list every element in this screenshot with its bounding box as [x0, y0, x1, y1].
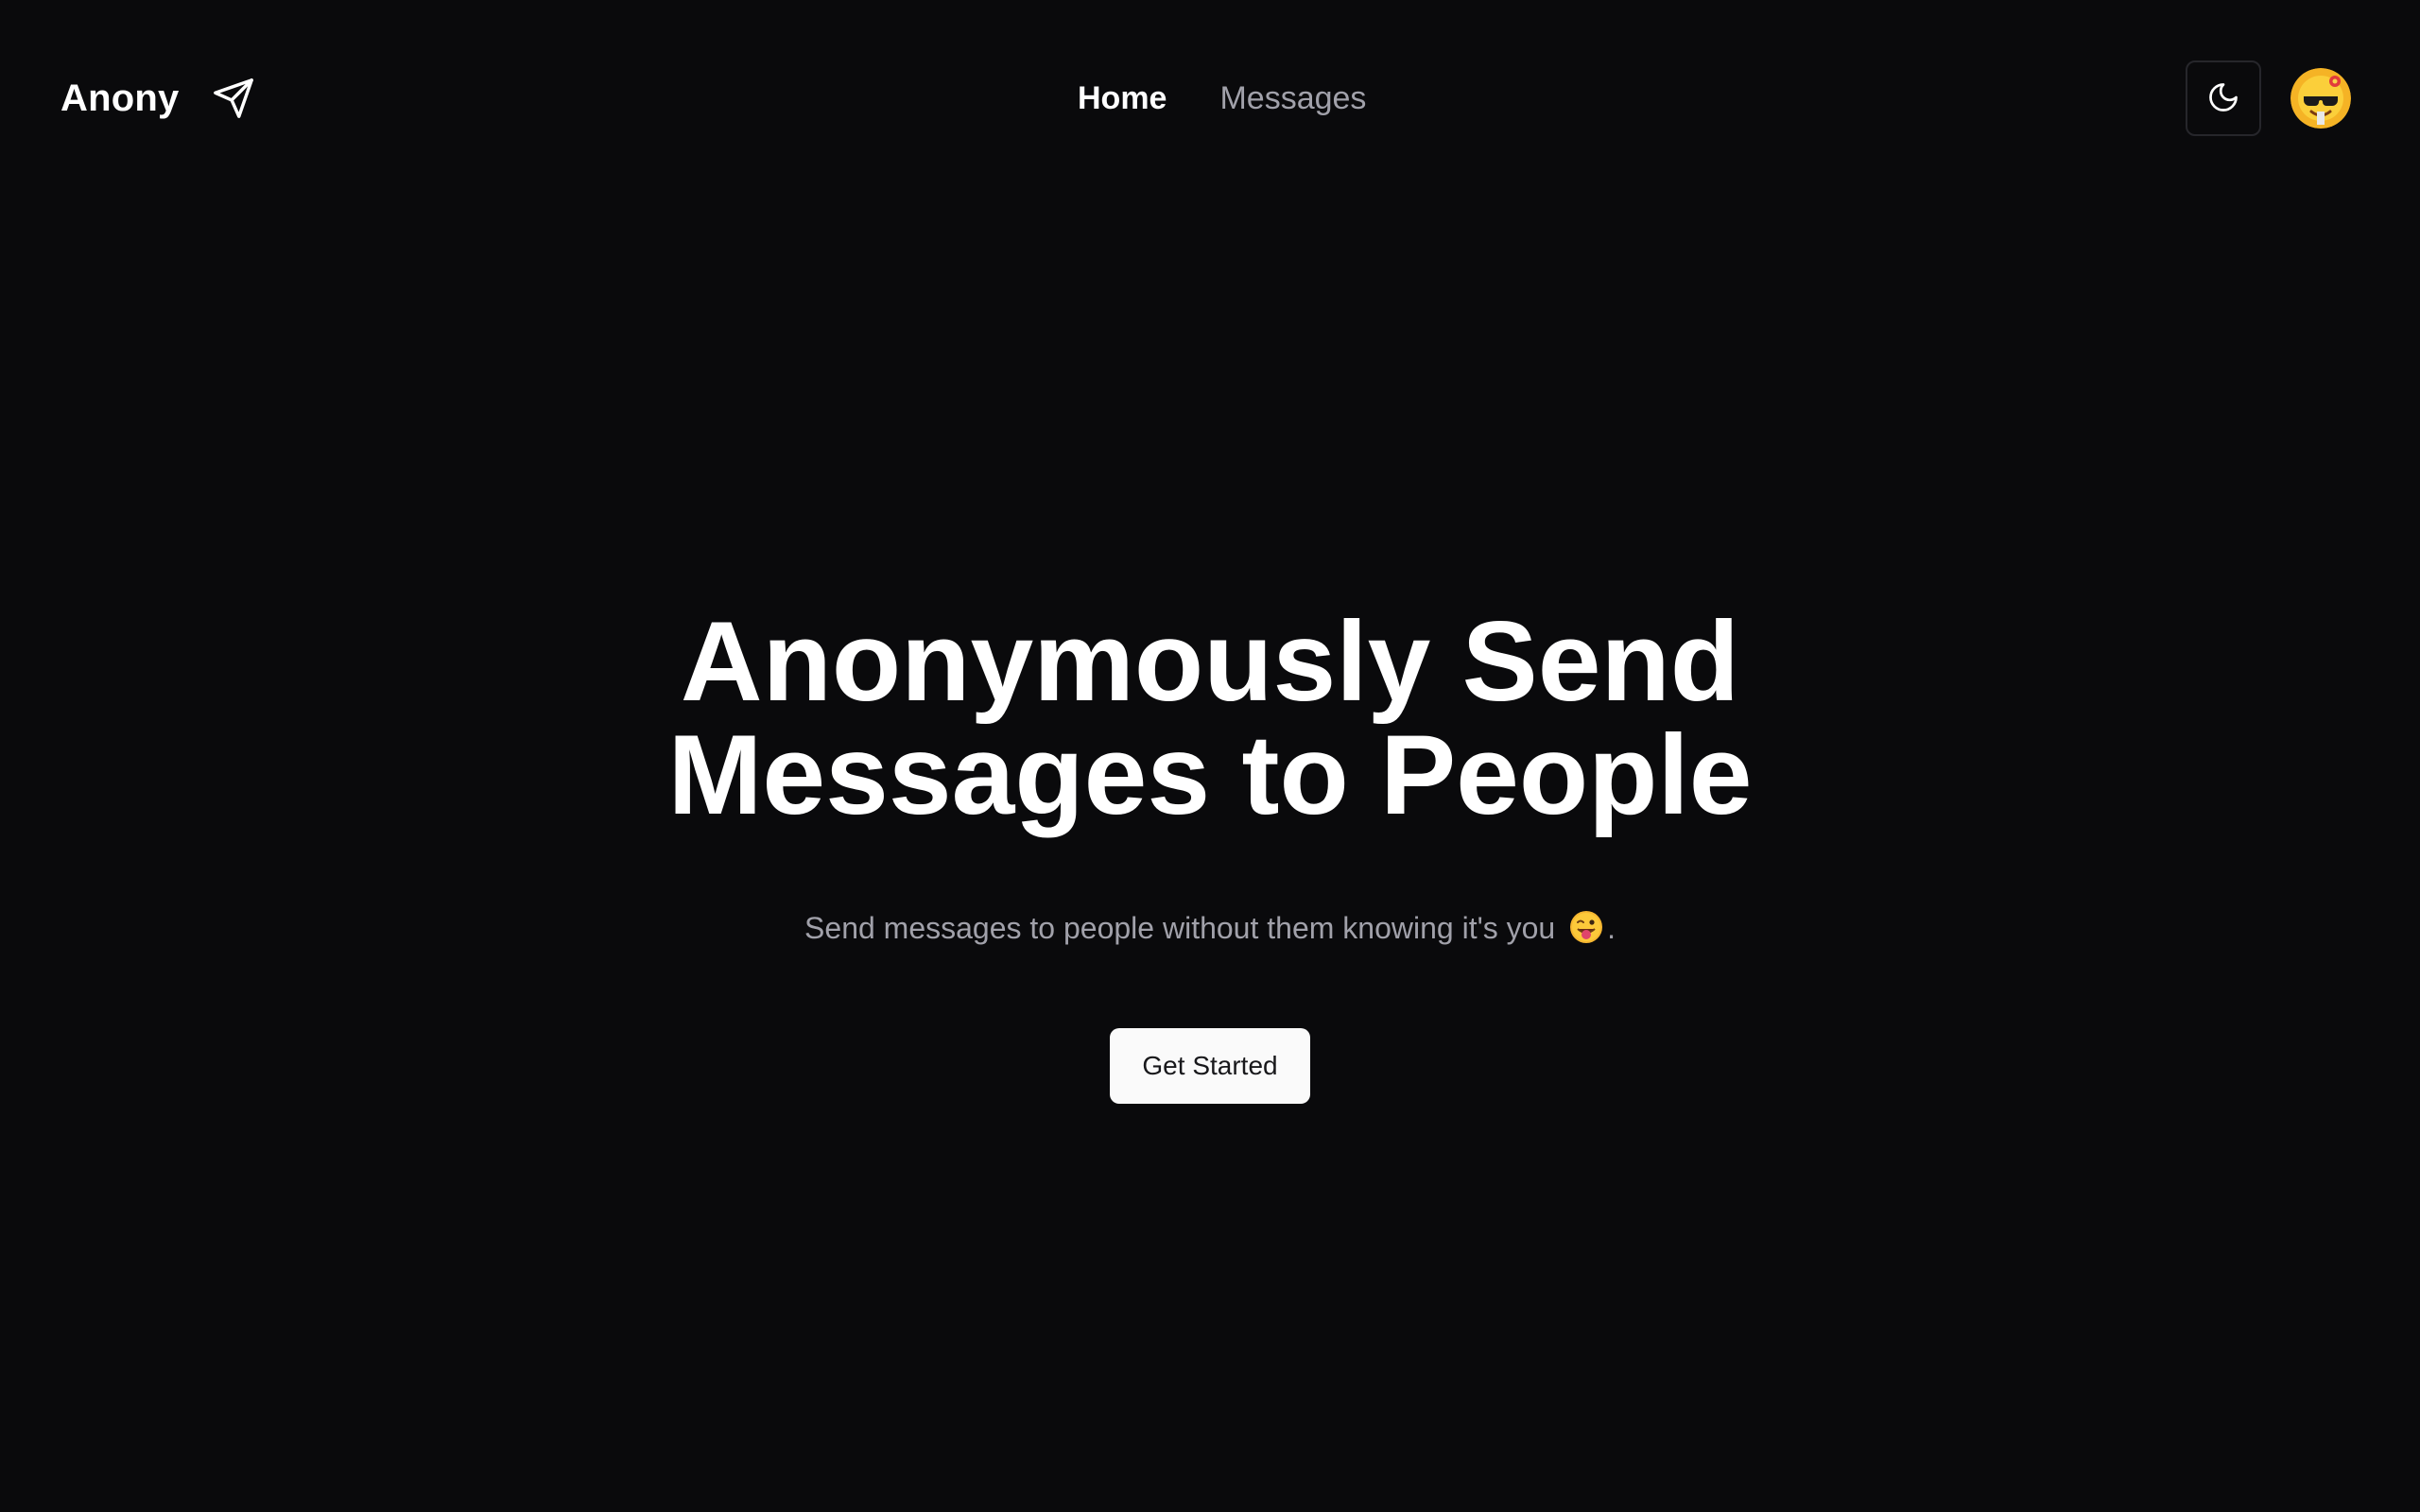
hero-subtitle-text: Send messages to people without them kno… — [804, 911, 1556, 945]
nav-home-link[interactable]: Home — [1078, 80, 1167, 117]
hero-title-line-1: Anonymously Send — [680, 598, 1740, 725]
theme-toggle-button[interactable] — [2186, 60, 2261, 136]
brand-name: Anony — [60, 77, 180, 119]
hero-subtitle: Send messages to people without them kno… — [0, 907, 2420, 949]
page: Anony Home Messages Anonymously Send Mes… — [0, 0, 2420, 1512]
nav-messages-link[interactable]: Messages — [1219, 80, 1366, 117]
tongue-wink-emoji-icon — [1570, 911, 1603, 943]
brand-link[interactable]: Anony — [60, 59, 256, 138]
hero-title: Anonymously Send Messages to People — [0, 605, 2420, 832]
top-nav-bar: Anony Home Messages — [0, 0, 2420, 197]
paper-plane-icon — [211, 76, 256, 121]
hero-title-line-2: Messages to People — [667, 712, 1753, 838]
hero-subtitle-period: . — [1607, 911, 1616, 945]
user-avatar[interactable] — [2290, 68, 2351, 129]
main-nav: Home Messages — [1078, 59, 1419, 138]
avatar-emoji-icon — [2290, 68, 2351, 129]
get-started-button[interactable]: Get Started — [1110, 1028, 1310, 1104]
moon-icon — [2206, 80, 2240, 117]
